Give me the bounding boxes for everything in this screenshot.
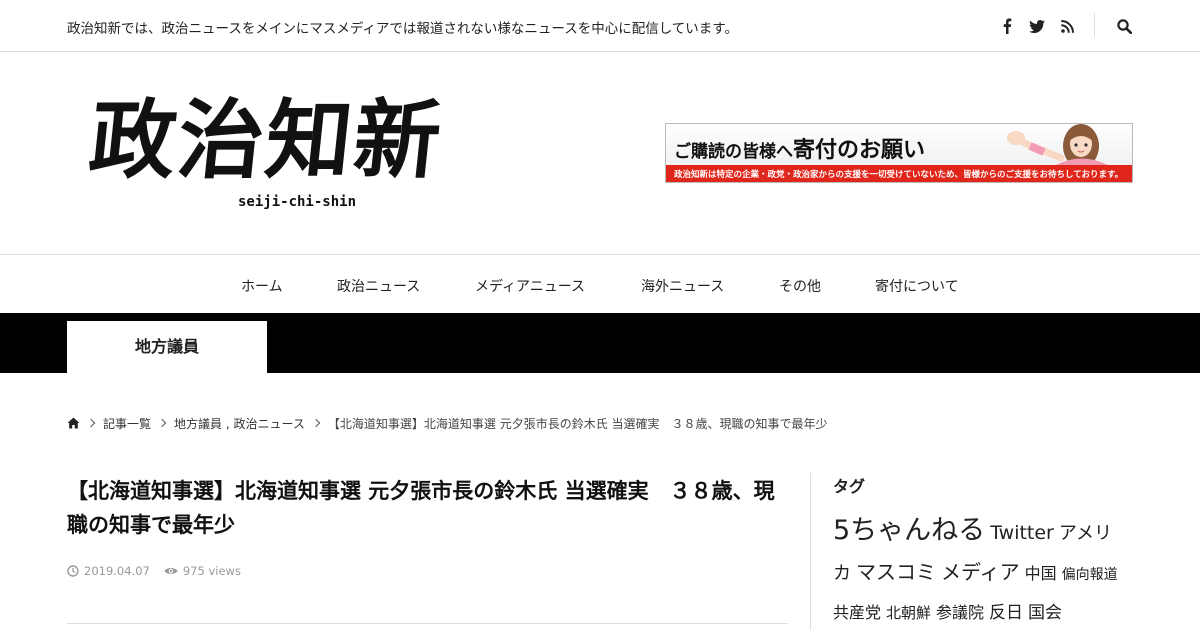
breadcrumb-categories[interactable]: 地方議員 , 政治ニュース — [174, 415, 305, 432]
banner-title: ご購読の皆様へ寄付のお願い — [674, 132, 925, 164]
nav-media[interactable]: メディアニュース — [475, 276, 585, 296]
article-meta: 2019.04.07 975 views — [67, 564, 255, 578]
twitter-icon[interactable] — [1026, 14, 1048, 38]
category-tab[interactable]: 地方議員 — [67, 321, 267, 373]
article-divider — [67, 623, 788, 624]
breadcrumb-current: 【北海道知事選】北海道知事選 元夕張市長の鈴木氏 当選確実 ３８歳、現職の知事で… — [327, 416, 828, 431]
logo-title: 政治知新 — [84, 90, 448, 191]
article-date: 2019.04.07 — [84, 564, 150, 578]
main-nav: ホーム 政治ニュース メディアニュース 海外ニュース その他 寄付について — [0, 254, 1200, 313]
nav-donation[interactable]: 寄付について — [875, 276, 959, 296]
eye-icon — [164, 568, 178, 574]
banner-subtitle: 政治知新は特定の企業・政党・政治家からの支援を一切受けていないため、皆様からのご… — [674, 170, 1124, 180]
home-icon[interactable] — [67, 417, 80, 429]
site-logo[interactable]: 政治知新 seiji-chi-shin — [85, 86, 510, 216]
tag-link[interactable]: 中国 — [1025, 564, 1057, 583]
top-bar: 政治知新では、政治ニュースをメインにマスメディアでは報道されない様なニュースを中… — [0, 0, 1200, 52]
tag-link[interactable]: 共産党 — [833, 603, 881, 622]
breadcrumb-articles[interactable]: 記事一覧 — [103, 415, 151, 432]
tag-cloud: 5ちゃんねる Twitter アメリカ マスコミ メディア 中国 偏向報道共産党 北朝鮮 参議院… — [833, 512, 1133, 630]
banner-title-prefix: ご購読の皆様へ — [674, 142, 793, 162]
chevron-right-icon — [311, 418, 321, 428]
tag-link[interactable]: 5ちゃんねる — [833, 515, 985, 546]
tag-link[interactable]: 国会 — [1028, 603, 1062, 623]
rss-icon[interactable] — [1058, 14, 1076, 38]
category-bar: 地方議員 — [0, 313, 1200, 373]
article-views: 975 views — [182, 564, 241, 578]
tag-link[interactable]: メディア — [941, 560, 1020, 584]
tag-link[interactable]: Twitter — [990, 522, 1054, 544]
facebook-icon[interactable] — [998, 14, 1016, 38]
nav-overseas[interactable]: 海外ニュース — [641, 276, 724, 296]
tag-link[interactable]: 反日 — [989, 603, 1023, 623]
breadcrumb: 記事一覧 地方議員 , 政治ニュース 【北海道知事選】北海道知事選 元夕張市長の… — [67, 415, 828, 431]
nav-politics[interactable]: 政治ニュース — [337, 276, 420, 296]
tag-link[interactable]: 偏向報道 — [1062, 567, 1118, 583]
tag-link[interactable]: 北朝鮮 — [886, 604, 931, 622]
search-icon[interactable] — [1114, 14, 1134, 38]
banner-title-main: 寄付のお願い — [793, 137, 926, 163]
tag-link[interactable]: 参議院 — [936, 603, 984, 622]
sidebar-heading: タグ — [833, 477, 866, 496]
topbar-divider — [1094, 13, 1095, 37]
logo-romaji: seiji-chi-shin — [238, 194, 357, 210]
article-title: 【北海道知事選】北海道知事選 元夕張市長の鈴木氏 当選確実 ３８歳、現職の知事で… — [67, 479, 775, 537]
nav-home[interactable]: ホーム — [241, 276, 283, 296]
chevron-right-icon — [157, 418, 167, 428]
site-tagline: 政治知新では、政治ニュースをメインにマスメディアでは報道されない様なニュースを中… — [67, 21, 738, 37]
donation-banner[interactable]: ご購読の皆様へ寄付のお願い 政治知新は特定の企業・政党・政治家からの支援を一切受… — [665, 123, 1133, 183]
nav-other[interactable]: その他 — [779, 276, 821, 296]
chevron-right-icon — [86, 418, 96, 428]
clock-icon — [67, 565, 79, 577]
tag-link[interactable]: マスコミ — [856, 560, 936, 584]
sidebar-divider — [810, 473, 811, 630]
banner-illustration — [1007, 124, 1108, 165]
